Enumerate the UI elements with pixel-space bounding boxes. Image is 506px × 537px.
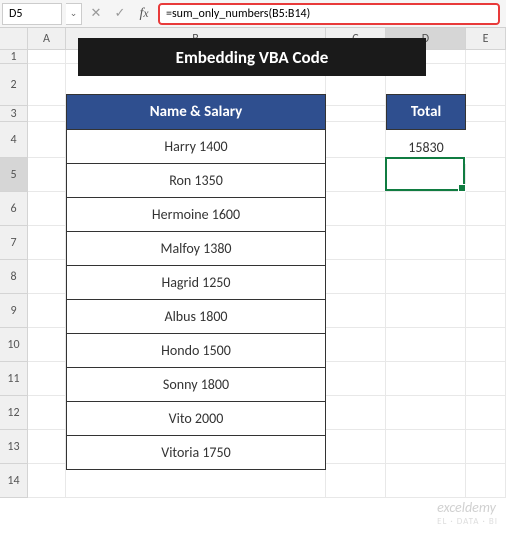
table-row[interactable]: Hondo 1500 (66, 334, 326, 368)
row-header-5[interactable]: 5 (0, 158, 28, 192)
cell[interactable] (466, 64, 506, 106)
cell[interactable] (386, 192, 466, 226)
cell[interactable] (466, 328, 506, 362)
row-header-6[interactable]: 6 (0, 192, 28, 226)
cell[interactable] (28, 226, 66, 260)
col-header-e[interactable]: E (466, 28, 506, 50)
cell[interactable] (326, 122, 386, 158)
table-row[interactable]: Hagrid 1250 (66, 266, 326, 300)
name-box[interactable]: D5 (2, 3, 62, 25)
cell[interactable] (28, 294, 66, 328)
row-header-14[interactable]: 14 (0, 464, 28, 498)
table-row[interactable]: Malfoy 1380 (66, 232, 326, 266)
page-title: Embedding VBA Code (78, 38, 426, 76)
cell[interactable] (466, 50, 506, 64)
cell[interactable] (326, 430, 386, 464)
row-header-9[interactable]: 9 (0, 294, 28, 328)
cell[interactable] (386, 430, 466, 464)
row-header-4[interactable]: 4 (0, 122, 28, 158)
name-box-dropdown[interactable]: ⌄ (66, 3, 82, 25)
watermark: exceldemy EL · DATA · BI (437, 499, 498, 527)
cell[interactable] (28, 430, 66, 464)
cell[interactable] (386, 260, 466, 294)
cell[interactable] (28, 396, 66, 430)
formula-bar[interactable]: =sum_only_numbers(B5:B14) (158, 3, 500, 25)
table-row[interactable]: Sonny 1800 (66, 368, 326, 402)
table-header-total: Total (386, 94, 466, 130)
cell[interactable] (28, 106, 66, 122)
cell[interactable] (466, 430, 506, 464)
cell[interactable] (386, 362, 466, 396)
table-header-name-salary: Name & Salary (66, 94, 326, 130)
cell[interactable] (326, 362, 386, 396)
cell[interactable] (466, 158, 506, 192)
cell[interactable] (466, 192, 506, 226)
cell[interactable] (466, 122, 506, 158)
row-header-7[interactable]: 7 (0, 226, 28, 260)
cell[interactable] (466, 106, 506, 122)
table-row[interactable]: Harry 1400 (66, 130, 326, 164)
select-all-corner[interactable] (0, 28, 28, 50)
cell[interactable] (466, 294, 506, 328)
cell[interactable] (326, 396, 386, 430)
row-header-10[interactable]: 10 (0, 328, 28, 362)
table-row[interactable]: Vitoria 1750 (66, 436, 326, 470)
table-row[interactable]: Albus 1800 (66, 300, 326, 334)
table-row[interactable]: Ron 1350 (66, 164, 326, 198)
cell[interactable] (326, 226, 386, 260)
cell[interactable] (466, 226, 506, 260)
cell[interactable] (326, 158, 386, 192)
cell[interactable] (28, 192, 66, 226)
chevron-down-icon: ⌄ (70, 8, 78, 19)
row-header-1[interactable]: 1 (0, 50, 28, 64)
table-row[interactable]: Vito 2000 (66, 402, 326, 436)
cell[interactable] (326, 464, 386, 498)
formula-toolbar: D5 ⌄ ✕ ✓ fx =sum_only_numbers(B5:B14) (0, 0, 506, 28)
cell[interactable] (466, 260, 506, 294)
cell[interactable] (466, 396, 506, 430)
cell[interactable] (466, 362, 506, 396)
cell[interactable] (28, 260, 66, 294)
cell[interactable] (466, 464, 506, 498)
cell[interactable] (28, 50, 66, 64)
fx-icon[interactable]: fx (134, 4, 154, 24)
row-header-2[interactable]: 2 (0, 64, 28, 106)
cell[interactable] (386, 464, 466, 498)
row-header-8[interactable]: 8 (0, 260, 28, 294)
cell[interactable] (326, 328, 386, 362)
cell[interactable] (28, 362, 66, 396)
cell[interactable] (326, 192, 386, 226)
cell[interactable] (386, 328, 466, 362)
row-header-13[interactable]: 13 (0, 430, 28, 464)
cell[interactable] (28, 158, 66, 192)
col-header-a[interactable]: A (28, 28, 66, 50)
table-row[interactable]: Hermoine 1600 (66, 198, 326, 232)
row-header-12[interactable]: 12 (0, 396, 28, 430)
confirm-formula-button[interactable]: ✓ (110, 4, 130, 24)
cell[interactable] (386, 294, 466, 328)
name-salary-table: Name & Salary Harry 1400 Ron 1350 Hermoi… (66, 94, 326, 470)
cell[interactable] (326, 106, 386, 122)
cell[interactable] (386, 226, 466, 260)
cell[interactable] (326, 294, 386, 328)
cell[interactable] (386, 396, 466, 430)
cell[interactable] (28, 64, 66, 106)
cell[interactable] (28, 464, 66, 498)
row-header-11[interactable]: 11 (0, 362, 28, 396)
cell[interactable] (28, 122, 66, 158)
row-header-3[interactable]: 3 (0, 106, 28, 122)
cell[interactable] (28, 328, 66, 362)
cell[interactable] (326, 260, 386, 294)
total-value-cell[interactable]: 15830 (386, 130, 466, 164)
total-box: Total 15830 (386, 94, 466, 164)
cancel-formula-button[interactable]: ✕ (86, 4, 106, 24)
